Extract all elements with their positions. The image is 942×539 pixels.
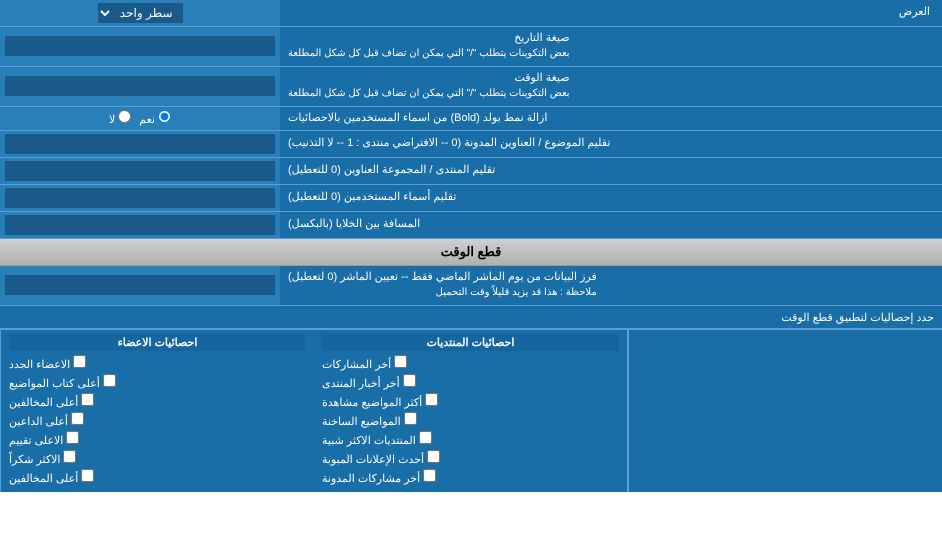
cell-spacing-input-cell[interactable]: 2	[0, 212, 280, 238]
forum-stats-col: احصائيات المنتديات أخر المشاركات أخر أخب…	[314, 330, 628, 492]
member-stats-title: احصائيات الاعضاء	[9, 334, 306, 351]
stats-check-top-violators[interactable]	[81, 469, 94, 482]
stats-label-top-inviters[interactable]: أعلى المخالفين	[9, 393, 94, 409]
forum-group-label: تقليم المنتدى / المجموعة العناوين (0 للت…	[280, 158, 942, 184]
usernames-input[interactable]: 0	[5, 188, 275, 208]
stats-label-top-writers[interactable]: أعلى كتاب المواضيع	[9, 374, 116, 390]
title-label: العرض	[280, 0, 942, 26]
stats-check-most-viewed[interactable]	[425, 393, 438, 406]
stats-check-new-members[interactable]	[73, 355, 86, 368]
stats-right-placeholder	[628, 330, 942, 492]
stats-label-similar-forums[interactable]: المنتديات الاكثر شبية	[322, 431, 432, 447]
stats-item-most-thanks: الاكثر شكراً	[9, 450, 306, 466]
topic-titles-row: تقليم الموضوع / العناوين المدونة (0 -- ا…	[0, 131, 942, 158]
stats-item-top-writers: أعلى كتاب المواضيع	[9, 374, 306, 390]
cutoff-label: فرز البيانات من يوم الماشر الماضي فقط --…	[280, 266, 942, 305]
stats-item-most-viewed: أكثر المواضيع مشاهدة	[322, 393, 619, 409]
bold-remove-label: ازالة نمط بولد (Bold) من اسماء المستخدمي…	[280, 107, 942, 130]
stats-check-similar-forums[interactable]	[419, 431, 432, 444]
stats-label-hot[interactable]: المواضيع الساخنة	[322, 412, 417, 428]
bold-radio-group: نعم لا	[109, 110, 171, 126]
topic-titles-label: تقليم الموضوع / العناوين المدونة (0 -- ا…	[280, 131, 942, 157]
cutoff-input-cell[interactable]: 0	[0, 266, 280, 305]
stats-item-shares: أخر المشاركات	[322, 355, 619, 371]
stats-check-most-thanks[interactable]	[63, 450, 76, 463]
stats-item-new-members: الاعضاء الجدد	[9, 355, 306, 371]
usernames-row: تقليم أسماء المستخدمين (0 للتعطيل) 0	[0, 185, 942, 212]
title-row: العرض سطر واحد سطرين	[0, 0, 942, 27]
stats-check-top-rep[interactable]	[66, 431, 79, 444]
stats-check-top-rated[interactable]	[71, 412, 84, 425]
cell-spacing-row: المسافة بين الخلايا (بالبكسل) 2	[0, 212, 942, 239]
stats-check-blog[interactable]	[423, 469, 436, 482]
date-format-row: صيغة التاريخبعض التكوينات يتطلب "/" التي…	[0, 27, 942, 67]
stats-check-top-writers[interactable]	[103, 374, 116, 387]
date-format-input[interactable]: d-m	[5, 36, 275, 56]
stats-limit-row: حدد إحصاليات لتطبيق قطع الوقت	[0, 306, 942, 329]
stats-item-top-rated: أعلى الداعين	[9, 412, 306, 428]
forum-group-input-cell[interactable]: 33	[0, 158, 280, 184]
stats-item-top-rep: الاعلى تقييم	[9, 431, 306, 447]
stats-label-top-rep[interactable]: الاعلى تقييم	[9, 431, 79, 447]
stats-check-shares[interactable]	[394, 355, 407, 368]
bold-yes-radio[interactable]	[158, 110, 171, 123]
stats-label-classifieds[interactable]: أحدث الإعلانات المبوبة	[322, 450, 440, 466]
stats-check-hot[interactable]	[404, 412, 417, 425]
stats-section: احصائيات المنتديات أخر المشاركات أخر أخب…	[0, 329, 942, 492]
time-format-label: صيغة الوقتبعض التكوينات يتطلب "/" التي ي…	[280, 67, 942, 106]
cell-spacing-input[interactable]: 2	[5, 215, 275, 235]
stats-check-forum-news[interactable]	[403, 374, 416, 387]
cell-spacing-label: المسافة بين الخلايا (بالبكسل)	[280, 212, 942, 238]
stats-label-most-viewed[interactable]: أكثر المواضيع مشاهدة	[322, 393, 438, 409]
stats-label-shares[interactable]: أخر المشاركات	[322, 355, 407, 371]
topic-titles-input[interactable]: 33	[5, 134, 275, 154]
member-stats-col: احصائيات الاعضاء الاعضاء الجدد أعلى كتاب…	[0, 330, 314, 492]
cutoff-input[interactable]: 0	[5, 275, 275, 295]
time-format-input-cell[interactable]: H:i	[0, 67, 280, 106]
stats-label-top-violators[interactable]: أعلى المخالفين	[9, 469, 94, 485]
stats-item-similar-forums: المنتديات الاكثر شبية	[322, 431, 619, 447]
time-format-row: صيغة الوقتبعض التكوينات يتطلب "/" التي ي…	[0, 67, 942, 107]
stats-label-new-members[interactable]: الاعضاء الجدد	[9, 355, 86, 371]
time-format-input[interactable]: H:i	[5, 76, 275, 96]
stats-item-blog: أخر مشاركات المدونة	[322, 469, 619, 485]
stats-label-most-thanks[interactable]: الاكثر شكراً	[9, 450, 76, 466]
stats-label-blog[interactable]: أخر مشاركات المدونة	[322, 469, 436, 485]
stats-label-top-rated[interactable]: أعلى الداعين	[9, 412, 84, 428]
cutoff-row: فرز البيانات من يوم الماشر الماضي فقط --…	[0, 266, 942, 306]
stats-check-classifieds[interactable]	[427, 450, 440, 463]
bold-remove-radio-cell[interactable]: نعم لا	[0, 107, 280, 130]
forum-stats-title: احصائيات المنتديات	[322, 334, 619, 351]
stats-item-top-inviters: أعلى المخالفين	[9, 393, 306, 409]
stats-label-forum-news[interactable]: أخر أخبار المنتدى	[322, 374, 416, 390]
bold-no-radio[interactable]	[118, 110, 131, 123]
line-display-select[interactable]: سطر واحد سطرين	[98, 3, 183, 23]
usernames-label: تقليم أسماء المستخدمين (0 للتعطيل)	[280, 185, 942, 211]
stats-item-hot: المواضيع الساخنة	[322, 412, 619, 428]
usernames-input-cell[interactable]: 0	[0, 185, 280, 211]
cutoff-section-header: قطع الوقت	[0, 239, 942, 266]
stats-item-classifieds: أحدث الإعلانات المبوبة	[322, 450, 619, 466]
forum-group-input[interactable]: 33	[5, 161, 275, 181]
bold-yes-label[interactable]: نعم	[139, 110, 171, 126]
date-format-label: صيغة التاريخبعض التكوينات يتطلب "/" التي…	[280, 27, 942, 66]
date-format-input-cell[interactable]: d-m	[0, 27, 280, 66]
stats-item-forum-news: أخر أخبار المنتدى	[322, 374, 619, 390]
stats-check-top-inviters[interactable]	[81, 393, 94, 406]
line-display-cell[interactable]: سطر واحد سطرين	[0, 0, 280, 26]
topic-titles-input-cell[interactable]: 33	[0, 131, 280, 157]
stats-limit-label: حدد إحصاليات لتطبيق قطع الوقت	[781, 312, 934, 324]
stats-item-top-violators: أعلى المخالفين	[9, 469, 306, 485]
forum-group-row: تقليم المنتدى / المجموعة العناوين (0 للت…	[0, 158, 942, 185]
bold-no-label[interactable]: لا	[109, 110, 131, 126]
bold-remove-row: ازالة نمط بولد (Bold) من اسماء المستخدمي…	[0, 107, 942, 131]
